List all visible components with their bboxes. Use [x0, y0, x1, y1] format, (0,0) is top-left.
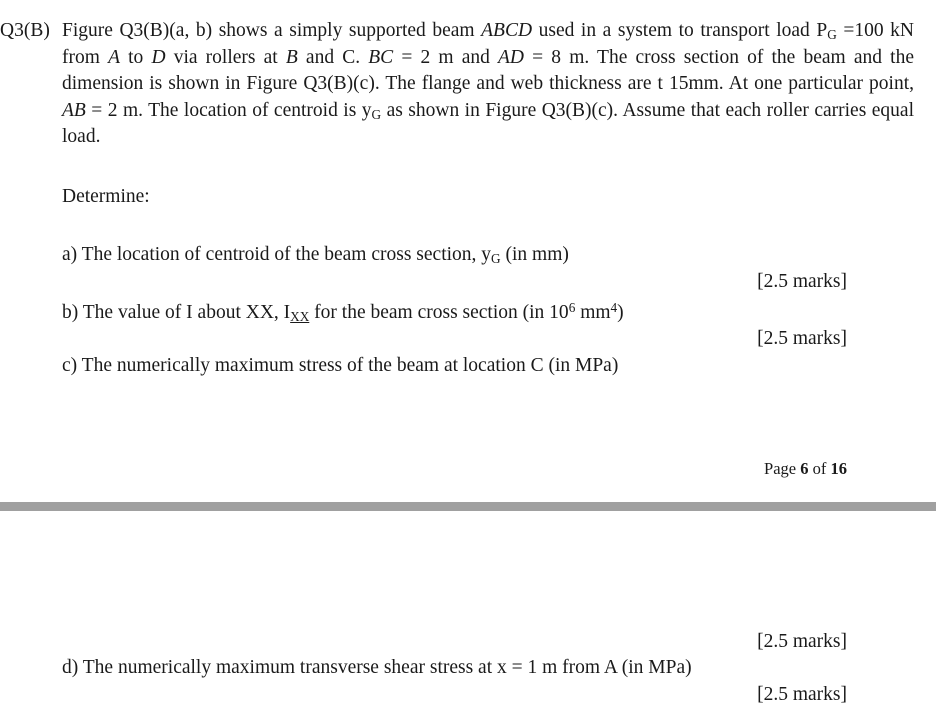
- question-number-label: Q3(B): [0, 20, 50, 41]
- sub-question-c: c) The numerically maximum stress of the…: [62, 355, 619, 376]
- question-paragraph: Figure Q3(B)(a, b) shows a simply suppor…: [62, 20, 914, 147]
- segment-ab: AB: [62, 99, 86, 121]
- sub-question-b: b) The value of I about XX, IXX for the …: [62, 300, 624, 327]
- segment-ad: AD: [498, 46, 525, 68]
- question-body: Figure Q3(B)(a, b) shows a simply suppor…: [62, 18, 936, 151]
- marks-b: [2.5 marks]: [757, 328, 847, 349]
- subscript-g: G: [827, 26, 837, 42]
- marks-a: [2.5 marks]: [757, 271, 847, 292]
- point-a: A: [108, 46, 120, 68]
- beam-label-abcd: ABCD: [481, 20, 533, 41]
- sub-question-a-prefix: a) The location of centroid of the beam …: [62, 244, 492, 265]
- page-footer-current: 6: [800, 459, 809, 478]
- marks-d-below: [2.5 marks]: [757, 684, 847, 705]
- question-row: Q3(B) Figure Q3(B)(a, b) shows a simply …: [0, 18, 936, 151]
- sub-question-a-suffix: (in mm): [500, 244, 569, 265]
- determine-label: Determine:: [62, 186, 150, 207]
- page-footer-middle: of: [808, 459, 831, 478]
- question-block: Q3(B) Figure Q3(B)(a, b) shows a simply …: [0, 18, 936, 151]
- page-footer-total: 16: [830, 459, 848, 478]
- point-b: B: [285, 46, 298, 68]
- page-footer-prefix: Page: [764, 459, 801, 478]
- sub-question-d: d) The numerically maximum transverse sh…: [62, 657, 692, 678]
- marks-d-above: [2.5 marks]: [757, 631, 847, 652]
- sub-question-b-suffix: ): [617, 302, 624, 323]
- sub-question-a: a) The location of centroid of the beam …: [62, 242, 569, 269]
- subscript-g2: G: [371, 106, 382, 122]
- page-separator-bar: [0, 502, 936, 511]
- point-d: D: [151, 46, 166, 68]
- sub-question-b-prefix: b) The value of I about XX, I: [62, 302, 291, 323]
- document-page: Q3(B) Figure Q3(B)(a, b) shows a simply …: [0, 0, 936, 721]
- page-footer: Page 6 of 16: [764, 458, 847, 480]
- sub-question-b-subscript: XX: [290, 308, 310, 324]
- segment-bc: BC: [368, 46, 394, 68]
- sub-question-b-mid: for the beam cross section (in 10: [309, 302, 569, 323]
- sub-question-a-subscript: G: [491, 250, 501, 266]
- sub-question-b-mid2: mm: [575, 302, 611, 323]
